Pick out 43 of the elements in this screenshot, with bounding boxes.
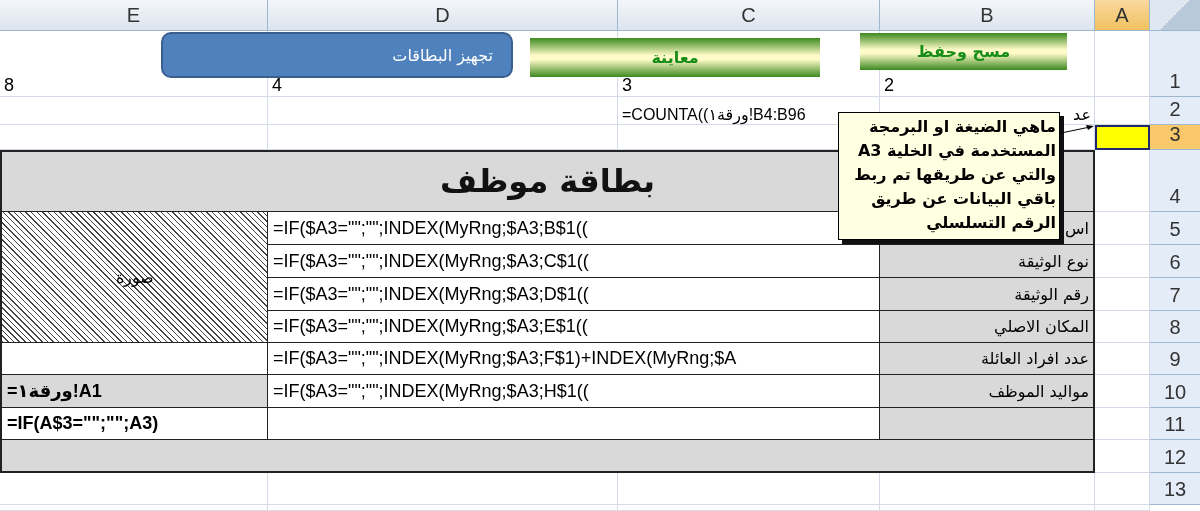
- field-label: عدد افراد العائلة: [981, 349, 1089, 368]
- field-label: المكان الاصلي: [994, 317, 1089, 336]
- field-label: نوع الوثيقة: [1018, 251, 1089, 271]
- formula-cell: =IF(A$3="";"";A3): [2, 408, 268, 440]
- field-label: اس: [1065, 218, 1089, 238]
- formula-cell: =IF($A3="";"";INDEX(MyRng;$A3;D$1((: [268, 278, 880, 311]
- column-header[interactable]: E: [0, 0, 268, 31]
- column-header[interactable]: A: [1095, 0, 1150, 31]
- row-header[interactable]: 9: [1150, 343, 1200, 375]
- column-header[interactable]: B: [880, 0, 1095, 31]
- table-cell: 4: [272, 75, 282, 96]
- column-header[interactable]: D: [268, 0, 618, 31]
- row-header[interactable]: 12: [1150, 440, 1200, 473]
- table-cell: 3: [622, 75, 632, 96]
- active-cell[interactable]: [1095, 125, 1150, 150]
- table-cell: 8: [4, 75, 14, 96]
- formula-cell: =IF($A3="";"";INDEX(MyRng;$A3;F$1)+INDEX(MyRng;$A: [268, 343, 880, 375]
- macro-button[interactable]: مسح وحفظ: [860, 33, 1067, 70]
- table-cell: 2: [884, 75, 894, 96]
- row-header[interactable]: 11: [1150, 408, 1200, 440]
- row-header[interactable]: 4: [1150, 150, 1200, 212]
- column-header[interactable]: C: [618, 0, 880, 31]
- row-header[interactable]: 1: [1150, 31, 1200, 97]
- formula-cell: =IF($A3="";"";INDEX(MyRng;$A3;B$1((: [268, 212, 880, 245]
- field-label: مواليد الموظف: [988, 381, 1089, 401]
- row-header[interactable]: 13: [1150, 473, 1200, 505]
- row-header[interactable]: 7: [1150, 278, 1200, 311]
- macro-button[interactable]: معاينة: [530, 38, 820, 77]
- field-label: رقم الوثيقة: [1014, 284, 1089, 304]
- row-header[interactable]: 8: [1150, 311, 1200, 343]
- row-header[interactable]: 2: [1150, 97, 1200, 125]
- table-cell: =COUNTA((ورقة١!B4:B96: [622, 105, 806, 124]
- row-header[interactable]: 5: [1150, 212, 1200, 245]
- comment-pointer: [1061, 124, 1094, 134]
- formula-cell: =IF($A3="";"";INDEX(MyRng;$A3;E$1((: [268, 311, 880, 343]
- macro-button[interactable]: تجهيز البطاقات: [161, 32, 513, 78]
- row-header[interactable]: 10: [1150, 375, 1200, 408]
- formula-cell: =ورقة١!A1: [2, 375, 268, 408]
- table-cell: عد: [1073, 105, 1091, 124]
- formula-cell: =IF($A3="";"";INDEX(MyRng;$A3;C$1((: [268, 245, 880, 278]
- formula-cell: =IF($A3="";"";INDEX(MyRng;$A3;H$1((: [268, 375, 880, 408]
- row-header[interactable]: 6: [1150, 245, 1200, 278]
- row-header[interactable]: 3: [1150, 125, 1200, 150]
